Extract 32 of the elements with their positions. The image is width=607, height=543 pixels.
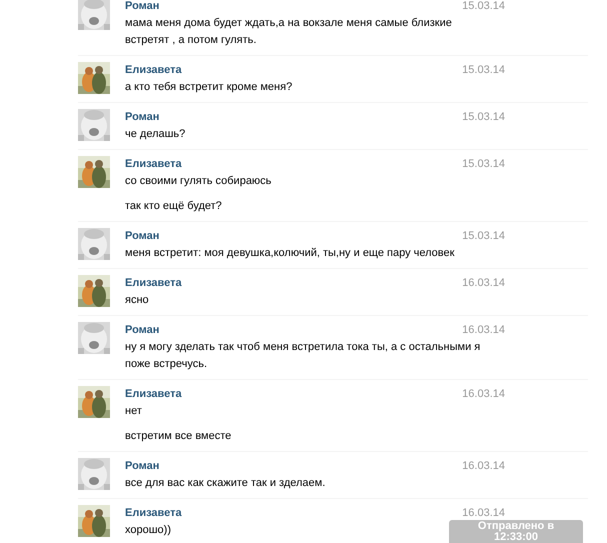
author-name[interactable]: Роман [125, 323, 160, 338]
message-date: 15.03.14 [462, 110, 505, 125]
message-text: так кто ещё будет? [125, 199, 223, 214]
message-date: 15.03.14 [462, 0, 505, 14]
message-date: 16.03.14 [462, 323, 505, 338]
author-name[interactable]: Роман [125, 229, 160, 244]
author-name[interactable]: Елизавета [125, 276, 182, 291]
message-date: 16.03.14 [462, 459, 505, 474]
message-text: ясно [125, 293, 150, 308]
message-date: 15.03.14 [462, 157, 505, 172]
author-name[interactable]: Роман [125, 110, 160, 125]
message-text: мама меня дома будет ждать,а на вокзале меня самые близкие встретят , а потом гулять. [125, 16, 453, 48]
message-text: со своими гулять собираюсь [125, 174, 272, 189]
message-text: нет [125, 404, 143, 419]
message-text: че делашь? [125, 127, 186, 142]
message-text: встретим все вместе [125, 429, 232, 444]
message-date: 16.03.14 [462, 506, 505, 521]
author-name[interactable]: Елизавета [125, 387, 182, 402]
message-date: 16.03.14 [462, 276, 505, 291]
message-text: меня встретит: моя девушка,колючий, ты,ну и еще пару человек [125, 246, 456, 261]
message-date: 15.03.14 [462, 63, 505, 78]
author-name[interactable]: Елизавета [125, 63, 182, 78]
message-date: 16.03.14 [462, 387, 505, 402]
sent-notice: Отправлено в 12:33:00 [449, 520, 583, 543]
author-name[interactable]: Роман [125, 0, 160, 14]
author-name[interactable]: Елизавета [125, 157, 182, 172]
message-text: ну я могу зделать так чтоб меня встретила тока ты, а с остальными я поже встречусь. [125, 340, 482, 372]
author-name[interactable]: Роман [125, 459, 160, 474]
message-date: 15.03.14 [462, 229, 505, 244]
message-text: а кто тебя встретит кроме меня? [125, 80, 294, 95]
message-text: все для вас как скажите так и зделаем. [125, 476, 326, 491]
author-name[interactable]: Елизавета [125, 506, 182, 521]
